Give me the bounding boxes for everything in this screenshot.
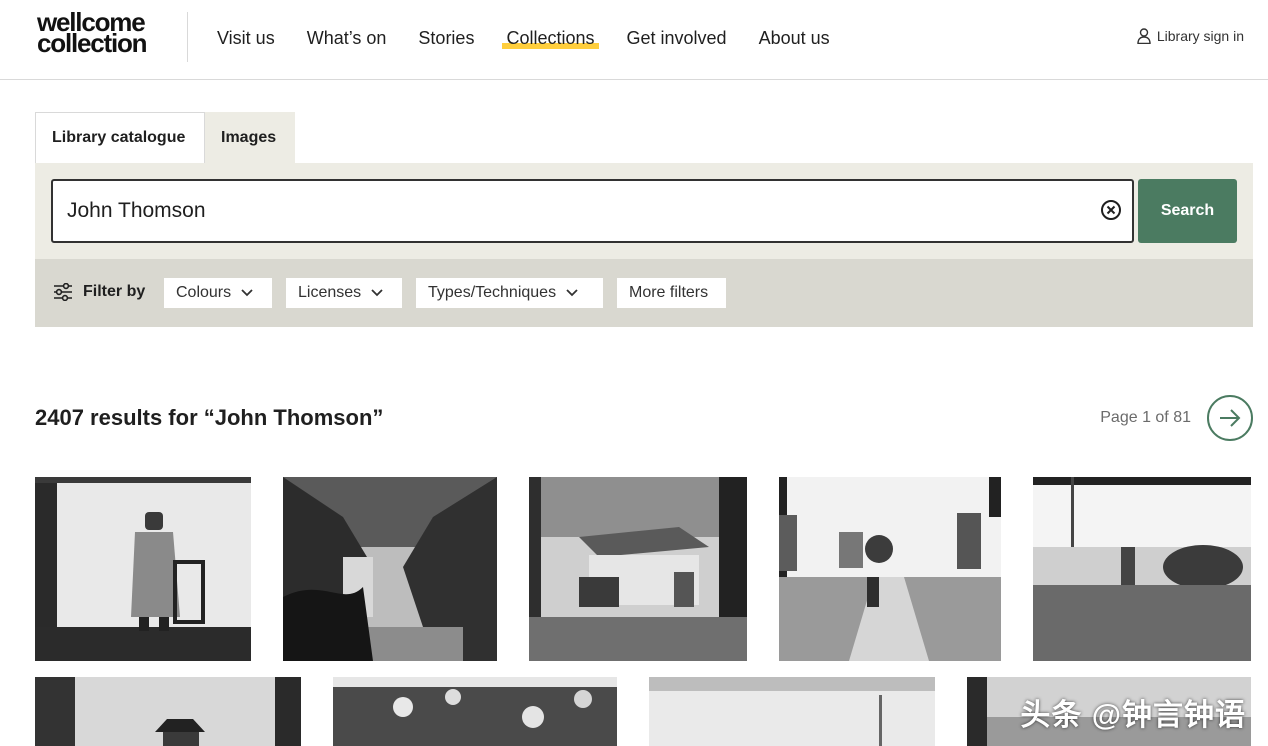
photo-thumbnail <box>35 677 301 746</box>
photo-thumbnail <box>1033 477 1251 661</box>
filter-bar: Filter by Colours Licenses Types/Techniq… <box>35 259 1253 327</box>
chevron-down-icon <box>241 289 253 297</box>
sliders-icon <box>54 283 72 301</box>
image-result-flowering-shrubs[interactable] <box>333 677 617 746</box>
search-button[interactable]: Search <box>1138 179 1237 243</box>
results-heading: 2407 results for “John Thomson” <box>35 405 384 430</box>
nav-get-involved[interactable]: Get involved <box>627 26 727 50</box>
chevron-down-icon <box>566 289 578 297</box>
main-nav: Visit us What’s on Stories Collections G… <box>217 26 862 50</box>
pagination-label: Page 1 of 81 <box>1100 409 1191 426</box>
photo-thumbnail <box>529 477 747 661</box>
user-icon <box>1137 28 1151 44</box>
nav-collections[interactable]: Collections <box>502 26 599 50</box>
image-result-house-with-donkey[interactable] <box>529 477 747 661</box>
site-header: wellcome collection Visit us What’s on S… <box>0 0 1268 80</box>
colours-filter-label: Colours <box>176 284 232 301</box>
types-filter-label: Types/Techniques <box>428 284 557 301</box>
image-result-portrait-standing-figure[interactable] <box>35 477 251 661</box>
next-page-button[interactable] <box>1207 395 1253 441</box>
clear-search-icon[interactable] <box>1100 199 1122 221</box>
photo-thumbnail <box>283 477 497 661</box>
photo-thumbnail <box>649 677 935 746</box>
licenses-filter-button[interactable]: Licenses <box>285 277 403 309</box>
types-techniques-filter-button[interactable]: Types/Techniques <box>415 277 604 309</box>
search-panel: Search <box>35 163 1253 259</box>
image-result-large-tree[interactable] <box>283 477 497 661</box>
image-result-seated-figure-hat[interactable] <box>35 677 301 746</box>
tab-library-catalogue[interactable]: Library catalogue <box>35 112 205 163</box>
library-sign-in-link[interactable]: Library sign in <box>1137 28 1244 44</box>
licenses-filter-label: Licenses <box>298 284 362 301</box>
nav-whats-on[interactable]: What’s on <box>307 26 387 50</box>
colours-filter-button[interactable]: Colours <box>163 277 273 309</box>
more-filters-button[interactable]: More filters <box>616 277 727 309</box>
wellcome-logo[interactable]: wellcome collection <box>37 9 167 59</box>
nav-visit-us[interactable]: Visit us <box>217 26 275 50</box>
logo-line-2: collection <box>37 28 148 59</box>
search-box <box>51 179 1134 243</box>
search-tabs: Library catalogue Images <box>35 112 295 163</box>
photo-thumbnail <box>779 477 1001 661</box>
arrow-right-icon <box>1220 409 1241 427</box>
image-result-faded-landscape[interactable] <box>649 677 935 746</box>
image-result-road-with-pagodas[interactable] <box>779 477 1001 661</box>
photo-thumbnail <box>35 477 251 661</box>
search-input[interactable] <box>67 197 1067 225</box>
chevron-down-icon <box>371 289 383 297</box>
sign-in-label: Library sign in <box>1156 28 1244 44</box>
logo-divider <box>187 12 188 62</box>
filter-by-text: Filter by <box>83 283 146 300</box>
tab-images[interactable]: Images <box>205 112 295 163</box>
filter-by-label[interactable]: Filter by <box>53 283 145 301</box>
image-result-bowl-and-figure[interactable] <box>1033 477 1251 661</box>
nav-about-us[interactable]: About us <box>759 26 830 50</box>
watermark-text: 头条 @钟言钟语 <box>1020 699 1246 732</box>
photo-thumbnail <box>333 677 617 746</box>
nav-stories[interactable]: Stories <box>418 26 474 50</box>
more-filters-label: More filters <box>629 284 709 301</box>
